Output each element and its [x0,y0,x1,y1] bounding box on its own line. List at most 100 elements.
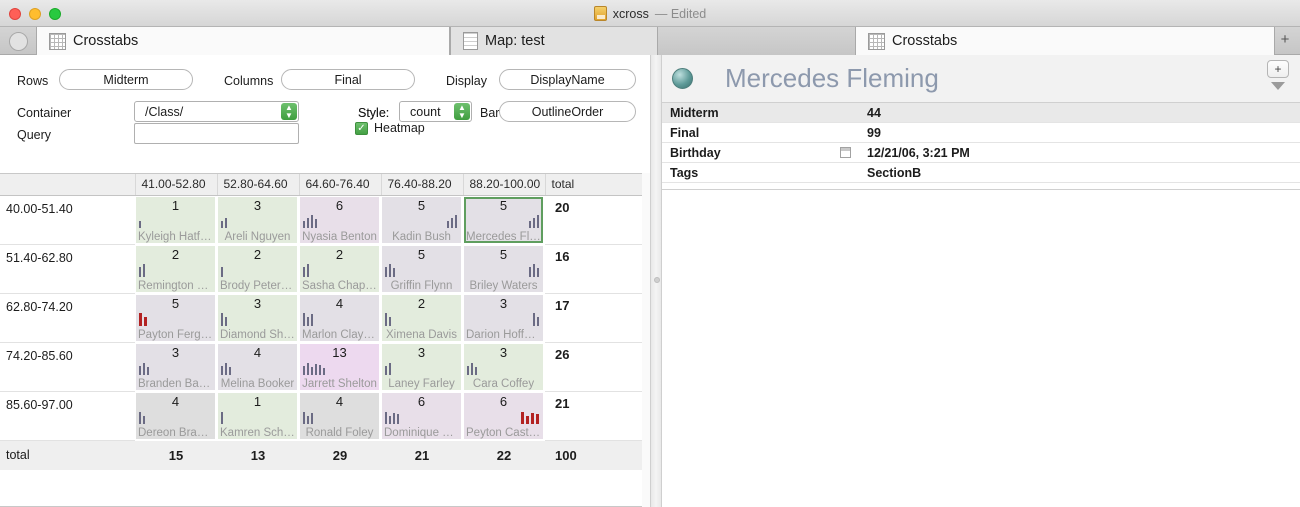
chevron-down-icon[interactable] [1271,82,1285,90]
add-field-button[interactable]: + [1267,60,1289,78]
cell-count: 3 [171,344,180,360]
crosstab-cell[interactable]: 5 Payton Fergus... [135,293,217,343]
panel-splitter[interactable] [650,55,662,507]
cell-content[interactable]: 4 Dereon Brads... [136,392,215,439]
row-header[interactable]: 40.00-51.40 [0,195,135,245]
detail-field-row[interactable]: Final 99 [662,123,1300,143]
crosstab-cell[interactable]: 3 Branden Baraj... [135,342,217,392]
column-header[interactable]: 41.00-52.80 [135,174,218,196]
crosstab-cell[interactable]: 3 Diamond Shah [217,293,299,343]
cell-label: Brody Peterson [220,279,297,292]
bar [475,366,477,375]
cell-content[interactable]: 3 Branden Baraj... [136,343,215,390]
crosstab-cell[interactable]: 2 Remington Ho... [135,244,217,294]
detail-field-row[interactable]: Birthday 12/21/06, 3:21 PM [662,143,1300,163]
column-header-total[interactable]: total [545,174,650,196]
column-header[interactable]: 52.80-64.60 [217,174,300,196]
tab-bar-leading-control[interactable] [0,27,36,55]
cell-bar-chart [221,360,231,375]
detail-content-area[interactable] [662,189,1300,507]
splitter-handle-icon[interactable] [654,277,660,283]
crosstab-cell[interactable]: 6 Dominique Pri... [381,391,463,441]
cell-content[interactable]: 6 Nyasia Benton [300,196,379,243]
crosstab-cell[interactable]: 5 Kadin Bush [381,195,463,245]
stepper-icon[interactable]: ▲ ▼ [454,103,470,120]
crosstab-cell[interactable]: 3 Laney Farley [381,342,463,392]
cell-content[interactable]: 4 Marlon Clayton [300,294,379,341]
cell-content[interactable]: 3 Diamond Shah [218,294,297,341]
cell-content[interactable]: 3 Cara Coffey [464,343,543,390]
query-input[interactable] [134,123,299,144]
crosstab-cell[interactable]: 13 Jarrett Shelton [299,342,381,392]
rows-field[interactable]: Midterm [59,69,193,90]
columns-field[interactable]: Final [281,69,415,90]
cell-bar-chart [529,262,539,277]
row-header[interactable]: 62.80-74.20 [0,293,135,343]
crosstab-cell[interactable]: 1 Kamren Schmi... [217,391,299,441]
cell-content[interactable]: 2 Ximena Davis [382,294,461,341]
cell-selected[interactable]: 5 Mercedes Fle... [464,196,543,243]
column-header[interactable]: 88.20-100.00 [463,174,546,196]
cell-content[interactable]: 4 Ronald Foley [300,392,379,439]
bar-field[interactable]: OutlineOrder [499,101,636,122]
column-header[interactable]: 76.40-88.20 [381,174,464,196]
crosstab-cell[interactable]: 1 Kyleigh Hatfield [135,195,217,245]
cell-content[interactable]: 5 Payton Fergus... [136,294,215,341]
tab-crosstabs-right[interactable]: Crosstabs [855,27,1275,55]
container-select[interactable]: /Class/ ▲ ▼ [134,101,299,122]
detail-field-row[interactable]: Tags SectionB [662,163,1300,183]
cell-content[interactable]: 2 Remington Ho... [136,245,215,292]
cell-content[interactable]: 5 Griffin Flynn [382,245,461,292]
crosstab-cell[interactable]: 2 Sasha Chapm... [299,244,381,294]
crosstab-cell[interactable]: 4 Ronald Foley [299,391,381,441]
crosstab-cell[interactable]: 6 Peyton Castillo [463,391,545,441]
crosstab-cell[interactable]: 6 Nyasia Benton [299,195,381,245]
cell-label: Dominique Pri... [384,426,461,439]
row-header[interactable]: 74.20-85.60 [0,342,135,392]
tab-label: Crosstabs [73,33,139,49]
cell-content[interactable]: 13 Jarrett Shelton [300,343,379,390]
crosstab-cell[interactable]: 3 Darion Hoffman [463,293,545,343]
tab-crosstabs-left[interactable]: Crosstabs [36,27,450,55]
crosstab-cell[interactable]: 2 Ximena Davis [381,293,463,343]
cell-content[interactable]: 4 Melina Booker [218,343,297,390]
cell-content[interactable]: 2 Sasha Chapm... [300,245,379,292]
display-label: Display [446,74,487,88]
crosstab-cell[interactable]: 5 Griffin Flynn [381,244,463,294]
cell-content[interactable]: 3 Darion Hoffman [464,294,543,341]
new-tab-button[interactable]: + [1278,32,1292,47]
cell-content[interactable]: 6 Peyton Castillo [464,392,543,439]
bar [467,365,469,375]
heatmap-toggle-row[interactable]: ✓ Heatmap [355,121,425,135]
crosstab-cell[interactable]: 4 Dereon Brads... [135,391,217,441]
tab-map-test[interactable]: Map: test [450,27,658,55]
crosstab-cell[interactable]: 3 Cara Coffey [463,342,545,392]
crosstab-cell[interactable]: 4 Melina Booker [217,342,299,392]
cell-content[interactable]: 6 Dominique Pri... [382,392,461,439]
cell-content[interactable]: 5 Kadin Bush [382,196,461,243]
vertical-scrollbar[interactable] [642,173,650,507]
cell-content[interactable]: 5 Briley Waters [464,245,543,292]
crosstab-cell[interactable]: 5 Briley Waters [463,244,545,294]
detail-field-value: 44 [867,105,881,120]
row-header[interactable]: 85.60-97.00 [0,391,135,441]
cell-content[interactable]: 1 Kamren Schmi... [218,392,297,439]
crosstab-cell[interactable]: 3 Areli Nguyen [217,195,299,245]
column-header[interactable]: 64.60-76.40 [299,174,382,196]
crosstab-table-container[interactable]: 41.00-52.80 52.80-64.60 64.60-76.40 76.4… [0,173,650,507]
display-field[interactable]: DisplayName [499,69,636,90]
style-select[interactable]: count ▲ ▼ [399,101,472,122]
heatmap-checkbox[interactable]: ✓ [355,121,368,135]
crosstab-cell[interactable]: 5 Mercedes Fle... [463,195,545,245]
crosstab-cell[interactable]: 4 Marlon Clayton [299,293,381,343]
cell-content[interactable]: 1 Kyleigh Hatfield [136,196,215,243]
row-header[interactable]: 51.40-62.80 [0,244,135,294]
cell-content[interactable]: 2 Brody Peterson [218,245,297,292]
crosstab-cell[interactable]: 2 Brody Peterson [217,244,299,294]
cell-content[interactable]: 3 Laney Farley [382,343,461,390]
stepper-icon[interactable]: ▲ ▼ [281,103,297,120]
cell-content[interactable]: 3 Areli Nguyen [218,196,297,243]
detail-field-row[interactable]: Midterm 44 [662,103,1300,123]
bar [447,220,449,228]
grid-icon [49,32,66,50]
